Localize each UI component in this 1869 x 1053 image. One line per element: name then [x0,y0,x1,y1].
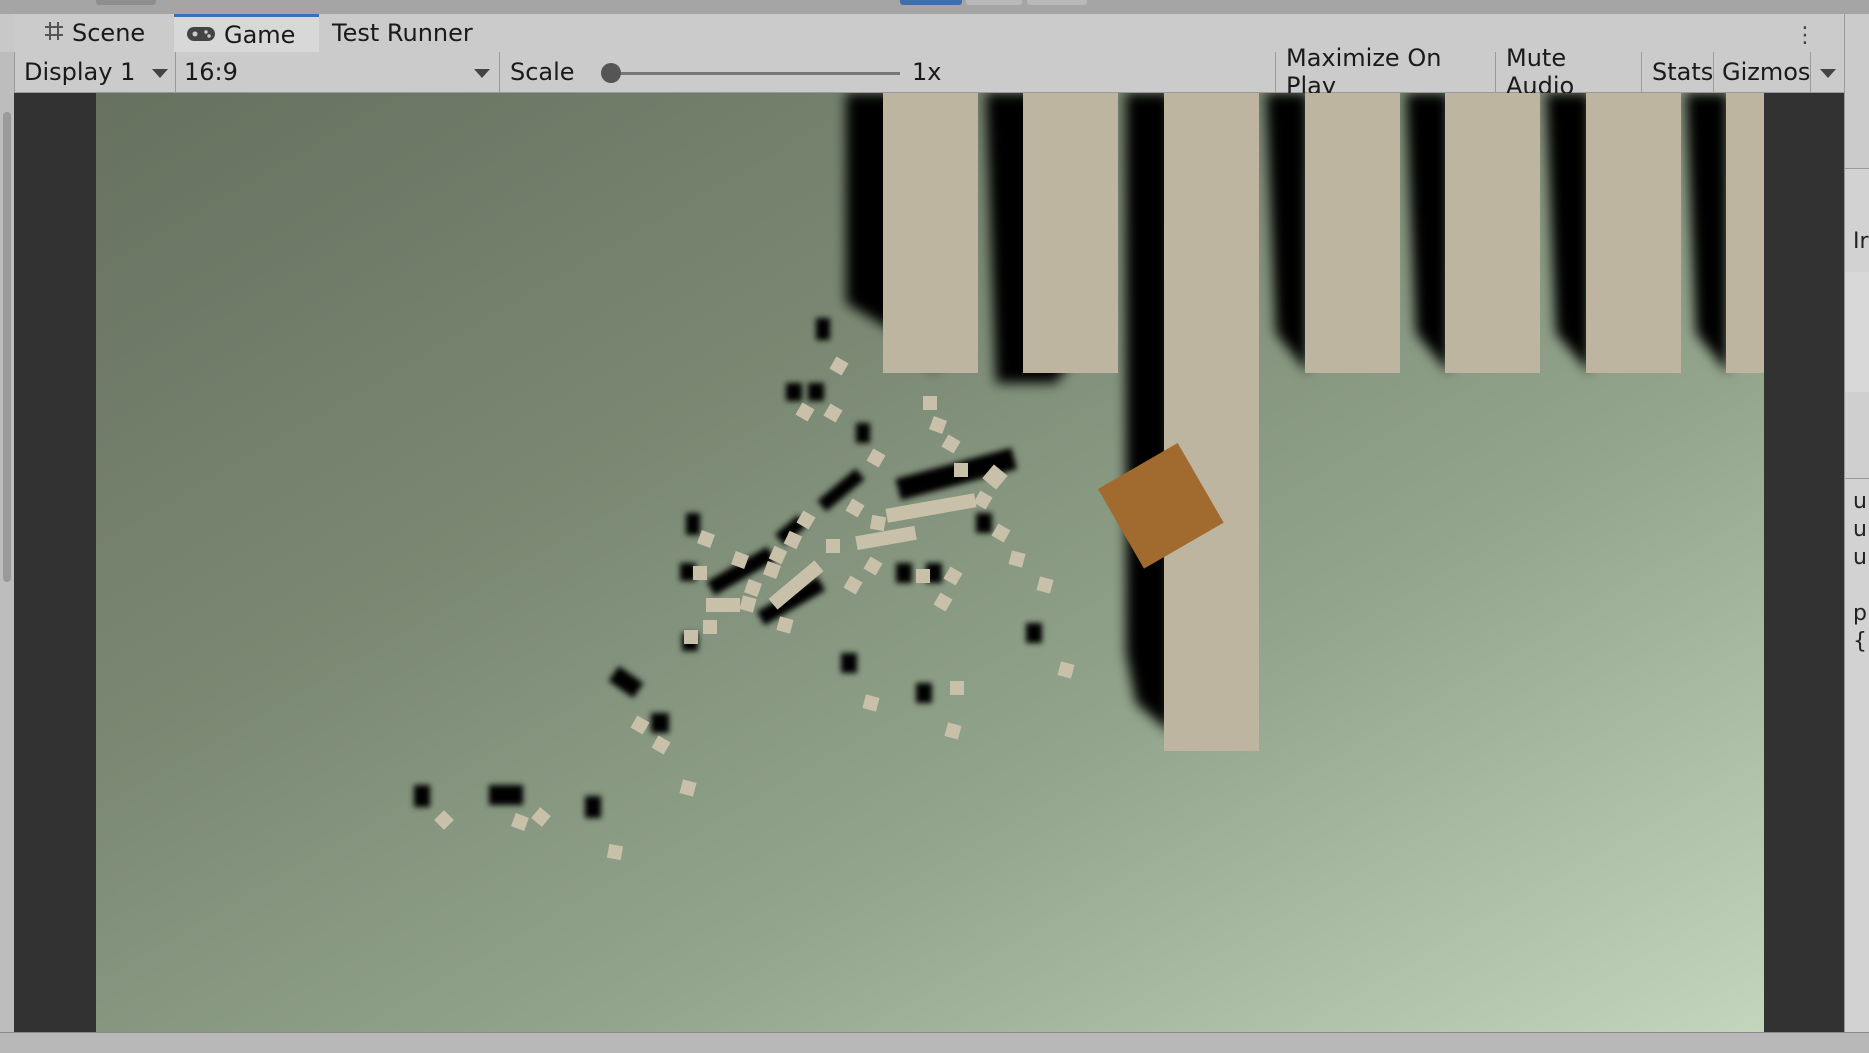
code-line: p [1853,601,1867,626]
toolbar-button[interactable] [96,0,156,5]
pillar [1023,93,1118,373]
tab-game[interactable]: Game [174,14,319,52]
mute-audio-button[interactable]: Mute Audio [1496,44,1642,100]
tab-game-label: Game [224,20,296,49]
pillar [1445,93,1540,373]
scale-label-text: Scale [510,58,575,86]
play-button-highlight[interactable] [900,0,962,5]
step-button[interactable] [1027,0,1087,5]
tab-scene-label: Scene [72,19,146,47]
debris-shadows [414,318,1042,818]
panel-section [1845,392,1869,479]
pillar-long [1164,93,1259,751]
tab-scene[interactable]: Scene [28,14,184,52]
gizmos-label: Gizmos [1722,58,1811,86]
status-bar [0,1032,1869,1053]
stats-button[interactable]: Stats [1642,52,1714,92]
mute-audio-label: Mute Audio [1506,44,1575,100]
more-options-icon[interactable]: ⋮ [1794,25,1816,47]
maximize-on-play-button[interactable]: Maximize On Play [1276,44,1496,100]
aspect-dropdown[interactable]: 16:9 [176,52,500,92]
chevron-down-icon [1820,69,1836,78]
tab-test-runner[interactable]: Test Runner [332,14,492,52]
gamepad-icon [186,21,216,49]
left-scrollbar[interactable] [0,52,15,1032]
aspect-dropdown-value: 16:9 [184,58,238,86]
panel-header [1845,14,1869,169]
code-line: u [1853,489,1867,514]
maximize-on-play-label: Maximize On Play [1286,44,1442,100]
gizmos-dropdown[interactable] [1810,52,1844,92]
pillar [883,93,978,373]
scale-value-text: 1x [912,58,942,86]
pause-button[interactable] [966,0,1022,5]
inspector-panel-edge: Ir u u u p { [1844,14,1869,1032]
game-scene-render [414,93,1764,861]
game-toolbar: Display 1 16:9 Scale 1x Maximize On Play… [14,44,1844,100]
display-dropdown-value: Display 1 [24,58,136,86]
code-line: u [1853,545,1867,570]
scale-slider-handle[interactable] [601,63,621,83]
tab-test-runner-label: Test Runner [332,19,473,47]
gizmos-button[interactable]: Gizmos [1714,52,1810,92]
scale-slider-track[interactable] [610,72,900,75]
scale-value: 1x [896,52,1276,92]
code-line: { [1853,629,1867,654]
scrollbar-thumb[interactable] [3,112,11,582]
panel-field[interactable] [1845,272,1869,393]
grid-icon [44,19,64,47]
scale-label: Scale [510,52,580,92]
pillar-partial [1726,93,1764,373]
display-dropdown[interactable]: Display 1 [14,52,176,92]
top-window-strip [0,0,1869,14]
debris-cubes [434,356,1075,861]
code-line: u [1853,517,1867,542]
pillar [1586,93,1681,373]
chevron-down-icon [474,69,490,78]
pillar [1305,93,1400,373]
game-view[interactable] [96,93,1764,1032]
chevron-down-icon [152,69,168,78]
stats-label: Stats [1652,58,1714,86]
panel-header-label: Ir [1853,229,1869,254]
